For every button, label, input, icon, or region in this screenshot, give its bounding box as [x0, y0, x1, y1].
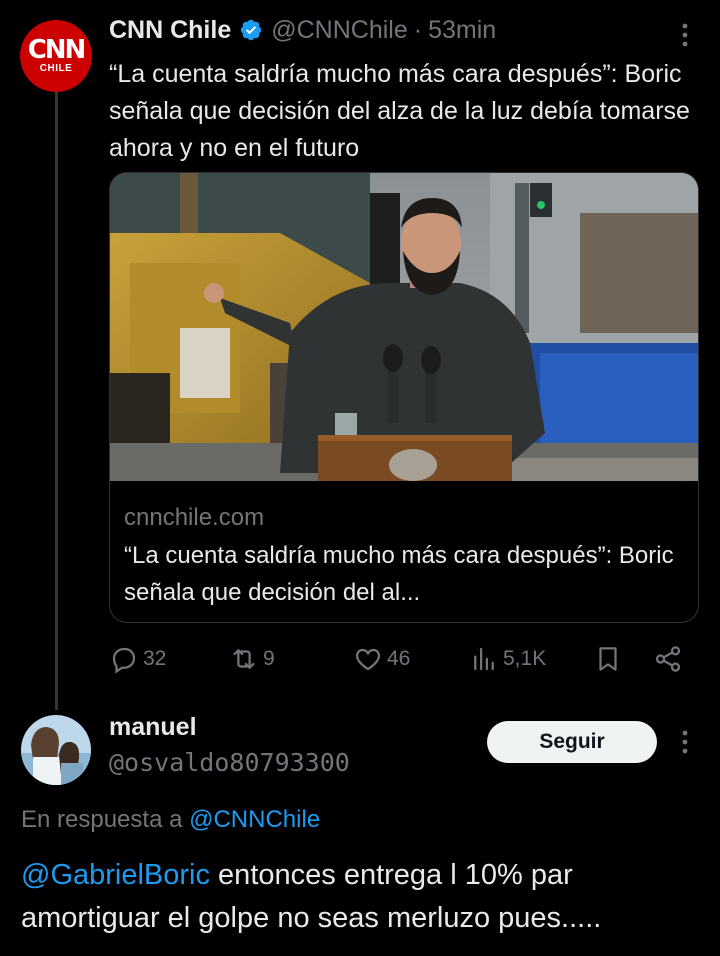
bookmark-icon — [599, 647, 617, 671]
verified-badge-icon — [240, 19, 262, 41]
in-reply-to-mention-link[interactable]: @CNNChile — [189, 806, 320, 833]
tweet-action-bar: 32 9 46 5,1K — [109, 641, 699, 677]
retweet-icon — [233, 649, 255, 669]
cnn-logo-subtext: CHILE — [39, 63, 73, 74]
retweet-action[interactable]: 9 — [229, 641, 275, 677]
views-count: 5,1K — [503, 647, 547, 670]
reply-action[interactable]: 32 — [109, 641, 166, 677]
in-reply-to: En respuesta a @CNNChile — [21, 806, 320, 834]
card-domain: cnnchile.com — [124, 504, 265, 531]
share-action[interactable] — [653, 641, 683, 677]
reply-handle[interactable]: @osvaldo80793300 — [109, 748, 350, 777]
card-image — [110, 173, 698, 481]
retweet-count: 9 — [263, 647, 275, 670]
cnn-chile-avatar[interactable]: CNN CHILE — [20, 20, 92, 92]
follow-button[interactable]: Seguir — [487, 721, 657, 763]
tweet-header: CNN Chile @CNNChile · 53min — [109, 14, 496, 46]
heart-icon — [355, 648, 381, 671]
share-icon — [655, 646, 681, 672]
card-title: “La cuenta saldría mucho más cara despué… — [124, 542, 674, 606]
reply-icon — [112, 647, 136, 674]
like-action[interactable]: 46 — [353, 641, 410, 677]
like-count: 46 — [387, 647, 411, 670]
views-chart-icon — [474, 647, 494, 671]
cnn-logo-text: CNN — [27, 35, 87, 65]
bookmark-action[interactable] — [593, 641, 623, 677]
tweet-display-name[interactable]: CNN Chile — [109, 16, 231, 45]
reply-text: @GabrielBoric entonces entrega l 10% par… — [21, 854, 701, 940]
reply-count: 32 — [143, 647, 167, 670]
views-action[interactable]: 5,1K — [469, 641, 546, 677]
link-preview-card[interactable]: cnnchile.com “La cuenta saldría mucho má… — [109, 172, 699, 623]
tweet-timestamp[interactable]: 53min — [428, 16, 496, 45]
thread-connector-line — [55, 92, 58, 710]
reply-display-name[interactable]: manuel — [109, 713, 197, 742]
manuel-avatar[interactable] — [21, 715, 91, 785]
tweet-handle[interactable]: @CNNChile — [271, 16, 408, 45]
in-reply-to-label: En respuesta a — [21, 806, 183, 833]
tweet-text: “La cuenta saldría mucho más cara despué… — [109, 60, 690, 162]
reply-mention-link[interactable]: @GabrielBoric — [21, 859, 210, 891]
more-options-icon[interactable] — [678, 729, 692, 755]
separator-dot: · — [413, 15, 423, 44]
more-options-icon[interactable] — [678, 22, 692, 48]
